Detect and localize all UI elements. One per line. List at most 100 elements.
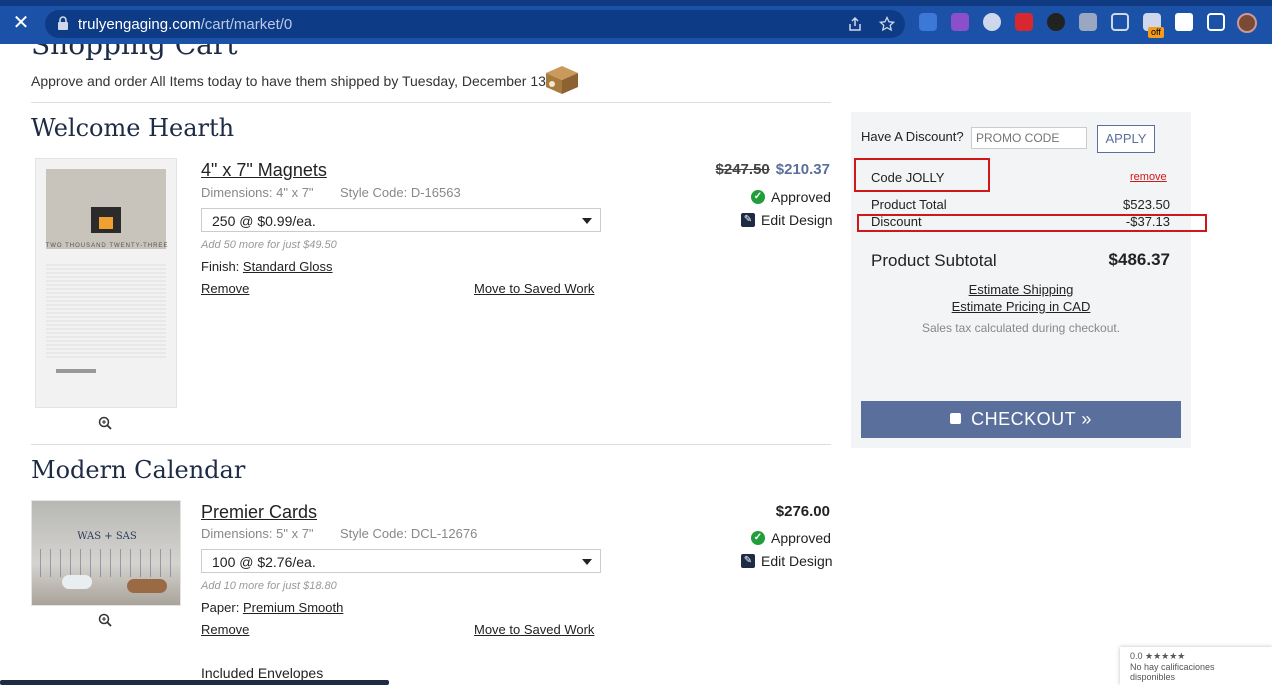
lock-icon bbox=[950, 413, 962, 424]
old-price: $247.50 bbox=[715, 161, 770, 178]
star-icon[interactable] bbox=[879, 16, 895, 32]
calendar-footer-text bbox=[56, 369, 96, 373]
thumb-caption: TWO THOUSAND TWENTY-THREE bbox=[45, 243, 169, 249]
tab-strip bbox=[0, 0, 1272, 6]
approved-status: ✓ Approved bbox=[751, 530, 831, 546]
discount-row-value: -$37.13 bbox=[1125, 214, 1170, 229]
camera-extension-icon[interactable] bbox=[1079, 13, 1097, 31]
zoom-icon[interactable] bbox=[98, 613, 112, 627]
estimate-shipping-link[interactable]: Estimate Shipping bbox=[861, 282, 1181, 297]
thumb-caption: WAS + SAS bbox=[77, 531, 137, 542]
six-extension-icon[interactable] bbox=[1047, 13, 1065, 31]
item-price: $276.00 bbox=[775, 503, 830, 520]
edit-design-label: Edit Design bbox=[761, 212, 833, 228]
product-total-label: Product Total bbox=[871, 197, 947, 212]
page-title: Shopping Cart bbox=[31, 44, 238, 61]
close-icon[interactable]: ✕ bbox=[10, 12, 32, 34]
box-icon bbox=[546, 66, 578, 94]
dimensions: Dimensions: 4" x 7" bbox=[201, 185, 314, 200]
product-thumbnail[interactable]: WAS + SAS bbox=[31, 500, 181, 606]
product-thumbnail[interactable]: TWO THOUSAND TWENTY-THREE bbox=[35, 158, 177, 408]
style-code: Style Code: D-16563 bbox=[340, 185, 461, 200]
included-envelopes: Included Envelopes bbox=[201, 665, 324, 681]
subtotal-value: $486.37 bbox=[1108, 250, 1170, 269]
remove-link[interactable]: Remove bbox=[201, 622, 249, 637]
check-icon: ✓ bbox=[751, 531, 765, 545]
puzzle-icon[interactable] bbox=[1175, 13, 1193, 31]
approved-status: ✓ Approved bbox=[751, 189, 831, 205]
feather-extension-icon[interactable] bbox=[951, 13, 969, 31]
url-path: /cart/market/0 bbox=[200, 16, 293, 33]
apply-button[interactable]: APPLY bbox=[1097, 125, 1155, 153]
finish-link[interactable]: Standard Gloss bbox=[243, 259, 333, 274]
status-text: Approved bbox=[771, 189, 831, 205]
move-to-saved-link[interactable]: Move to Saved Work bbox=[474, 622, 594, 637]
shoe bbox=[127, 579, 167, 593]
quantity-value: 100 @ $2.76/ea. bbox=[212, 554, 316, 570]
quantity-value: 250 @ $0.99/ea. bbox=[212, 213, 316, 229]
estimate-cad-link[interactable]: Estimate Pricing in CAD bbox=[861, 299, 1181, 314]
divider bbox=[31, 102, 831, 103]
pencil-icon: ✎ bbox=[741, 213, 755, 227]
check-icon: ✓ bbox=[751, 190, 765, 204]
subtotal-label: Product Subtotal bbox=[871, 251, 997, 270]
share-icon[interactable] bbox=[847, 16, 863, 32]
speed-extension-icon[interactable] bbox=[983, 13, 1001, 31]
remove-link[interactable]: Remove bbox=[201, 281, 249, 296]
fire bbox=[99, 217, 113, 229]
section-title: Welcome Hearth bbox=[31, 114, 235, 142]
url-text[interactable]: trulyengaging.com/cart/market/0 bbox=[78, 16, 292, 33]
rating-score: 0.0 ★★★★★ bbox=[1130, 651, 1186, 661]
bottom-bar bbox=[0, 680, 389, 685]
address-bar[interactable]: trulyengaging.com/cart/market/0 bbox=[45, 10, 905, 38]
edit-design-button[interactable]: ✎ Edit Design bbox=[741, 553, 833, 569]
rating-widget[interactable]: 0.0 ★★★★★ No hay calificaciones disponib… bbox=[1120, 647, 1272, 685]
play-extension-icon[interactable] bbox=[1015, 13, 1033, 31]
translate-extension-icon[interactable] bbox=[919, 13, 937, 31]
discount-prompt: Have A Discount? bbox=[861, 129, 964, 144]
move-to-saved-link[interactable]: Move to Saved Work bbox=[474, 281, 594, 296]
sidebar-icon[interactable] bbox=[1207, 13, 1225, 31]
chevron-down-icon bbox=[582, 559, 592, 565]
product-name-link[interactable]: Premier Cards bbox=[201, 502, 317, 523]
remove-code-link[interactable]: remove bbox=[1130, 171, 1167, 183]
paper-label: Paper: bbox=[201, 600, 240, 615]
new-price: $210.37 bbox=[775, 161, 830, 178]
quantity-select[interactable]: 100 @ $2.76/ea. bbox=[201, 549, 601, 573]
zoom-icon[interactable] bbox=[98, 416, 112, 430]
extension-badge: off bbox=[1148, 27, 1164, 38]
calendar-grid bbox=[46, 263, 166, 358]
quantity-select[interactable]: 250 @ $0.99/ea. bbox=[201, 208, 601, 232]
calendar-strip bbox=[40, 549, 174, 577]
add-more-note: Add 50 more for just $49.50 bbox=[201, 239, 337, 251]
page-title-clip: Shopping Cart bbox=[31, 44, 238, 62]
checkout-label: CHECKOUT » bbox=[971, 409, 1092, 429]
section-title: Modern Calendar bbox=[31, 456, 246, 484]
status-text: Approved bbox=[771, 530, 831, 546]
product-name-link[interactable]: 4" x 7" Magnets bbox=[201, 160, 327, 181]
shoe bbox=[62, 575, 92, 589]
chevron-down-icon bbox=[582, 218, 592, 224]
finish-row: Finish: Standard Gloss bbox=[201, 259, 333, 274]
lock-icon bbox=[58, 16, 68, 30]
promo-code-input[interactable] bbox=[971, 127, 1087, 149]
discount-row-label: Discount bbox=[871, 214, 922, 229]
edit-design-button[interactable]: ✎ Edit Design bbox=[741, 212, 833, 228]
finish-label: Finish: bbox=[201, 259, 240, 274]
paper-row: Paper: Premium Smooth bbox=[201, 600, 343, 615]
shield-extension-icon[interactable] bbox=[1111, 13, 1129, 31]
item-price: $247.50 $210.37 bbox=[680, 161, 830, 178]
product-total-value: $523.50 bbox=[1123, 197, 1170, 212]
dimensions: Dimensions: 5" x 7" bbox=[201, 526, 314, 541]
avatar[interactable] bbox=[1237, 13, 1257, 33]
ship-note: Approve and order All Items today to hav… bbox=[31, 73, 546, 89]
divider bbox=[31, 444, 831, 445]
add-more-note: Add 10 more for just $18.80 bbox=[201, 580, 337, 592]
paper-link[interactable]: Premium Smooth bbox=[243, 600, 343, 615]
checkout-button[interactable]: CHECKOUT » bbox=[861, 401, 1181, 438]
fireplace-photo bbox=[46, 169, 166, 249]
rating-text: No hay calificaciones disponibles bbox=[1130, 662, 1215, 682]
applied-code: Code JOLLY bbox=[871, 170, 945, 185]
url-domain: trulyengaging.com bbox=[78, 16, 201, 33]
tax-note: Sales tax calculated during checkout. bbox=[921, 321, 1121, 335]
